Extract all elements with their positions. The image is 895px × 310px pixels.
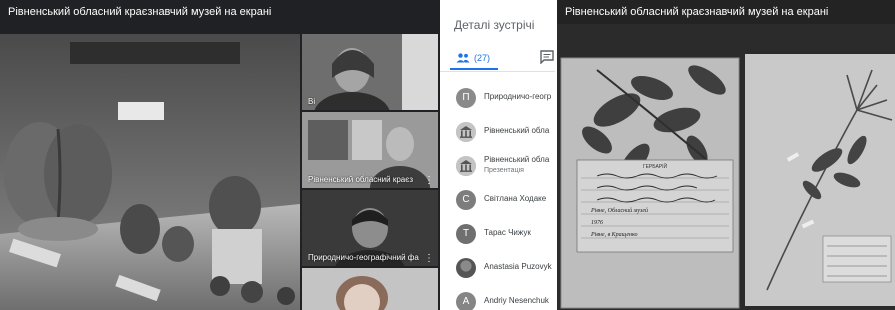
museum-exhibit-image xyxy=(0,34,300,310)
participant-status: Презентація xyxy=(484,167,524,174)
active-tab-indicator xyxy=(450,68,498,70)
avatar xyxy=(456,122,476,142)
herbarium-label-header: ГЕРБАРІЙ xyxy=(643,162,668,170)
participant-name: Anastasia Puzovyk xyxy=(484,262,552,271)
people-icon xyxy=(456,53,470,63)
participant-name: Природничо-географічний фа xyxy=(308,253,419,262)
list-item[interactable]: Т Тарас Чижук xyxy=(440,218,555,252)
herbarium-screenshot: Рівненський обласний краєзнавчий музей н… xyxy=(557,0,895,310)
participant-name: Природничо-геогр xyxy=(484,92,552,101)
list-item[interactable]: A Andriy Nesenchuk xyxy=(440,286,555,310)
museum-logo-icon xyxy=(456,122,476,142)
chat-icon xyxy=(540,50,554,65)
panel-title: Деталі зустрічі xyxy=(454,18,535,32)
divider xyxy=(440,71,555,72)
participant-name: Рівненський обла xyxy=(484,126,550,135)
participant-name: Рівненський обласний краєз xyxy=(308,175,413,184)
tab-people[interactable]: (27) xyxy=(456,50,490,66)
participant-name: Тарас Чижук xyxy=(484,228,531,237)
herbarium-label-line: Рівне, Обласний музей xyxy=(590,207,648,214)
avatar: С xyxy=(456,190,476,210)
list-item[interactable]: П Природничо-геогр xyxy=(440,82,555,116)
avatar: Т xyxy=(456,224,476,244)
meeting-details-panel: Деталі зустрічі (27) П Природничо-геогр xyxy=(440,0,555,310)
avatar xyxy=(456,156,476,176)
more-options-icon[interactable]: ⋮ xyxy=(424,253,434,264)
avatar: A xyxy=(456,292,476,310)
participant-list: П Природничо-геогр Рівненський обла Рівн… xyxy=(440,82,555,310)
presentation-title: Рівненський обласний краєзнавчий музей н… xyxy=(8,6,272,18)
participant-tile[interactable]: Ві xyxy=(302,34,438,110)
participant-name: Ві xyxy=(308,97,316,106)
shared-screen xyxy=(0,34,300,310)
participant-name: Andriy Nesenchuk xyxy=(484,296,549,305)
participant-tile[interactable]: Природничо-географічний фа ⋮ xyxy=(302,190,438,266)
museum-logo-icon xyxy=(456,156,476,176)
more-options-icon[interactable]: ⋮ xyxy=(424,175,434,186)
list-item[interactable]: Рівненський обла Презентація xyxy=(440,150,555,184)
participant-name: Рівненський обла xyxy=(484,155,550,164)
tab-chat[interactable] xyxy=(540,50,554,69)
participant-name: Світлана Ходаке xyxy=(484,194,547,203)
participant-tiles: Ві Рівненський обласний краєз ⋮ Природни… xyxy=(302,34,438,310)
participant-tile[interactable] xyxy=(302,268,438,310)
meeting-screenshot: Рівненський обласний краєзнавчий музей н… xyxy=(0,0,555,310)
participant-tile[interactable]: Рівненський обласний краєз ⋮ xyxy=(302,112,438,188)
herbarium-image: ГЕРБАРІЙ Рівне, Обласний музей 1976 Рівн… xyxy=(557,24,895,310)
list-item[interactable]: С Світлана Ходаке xyxy=(440,184,555,218)
participant-video xyxy=(302,268,438,310)
herbarium-label-line: 1976 xyxy=(591,220,603,226)
herbarium-label-line: Рівне, в Кращенко xyxy=(590,232,638,238)
people-count: (27) xyxy=(474,53,491,63)
list-item[interactable]: Рівненський обла xyxy=(440,116,555,150)
avatar: П xyxy=(456,88,476,108)
avatar xyxy=(456,258,476,278)
list-item[interactable]: Anastasia Puzovyk xyxy=(440,252,555,286)
